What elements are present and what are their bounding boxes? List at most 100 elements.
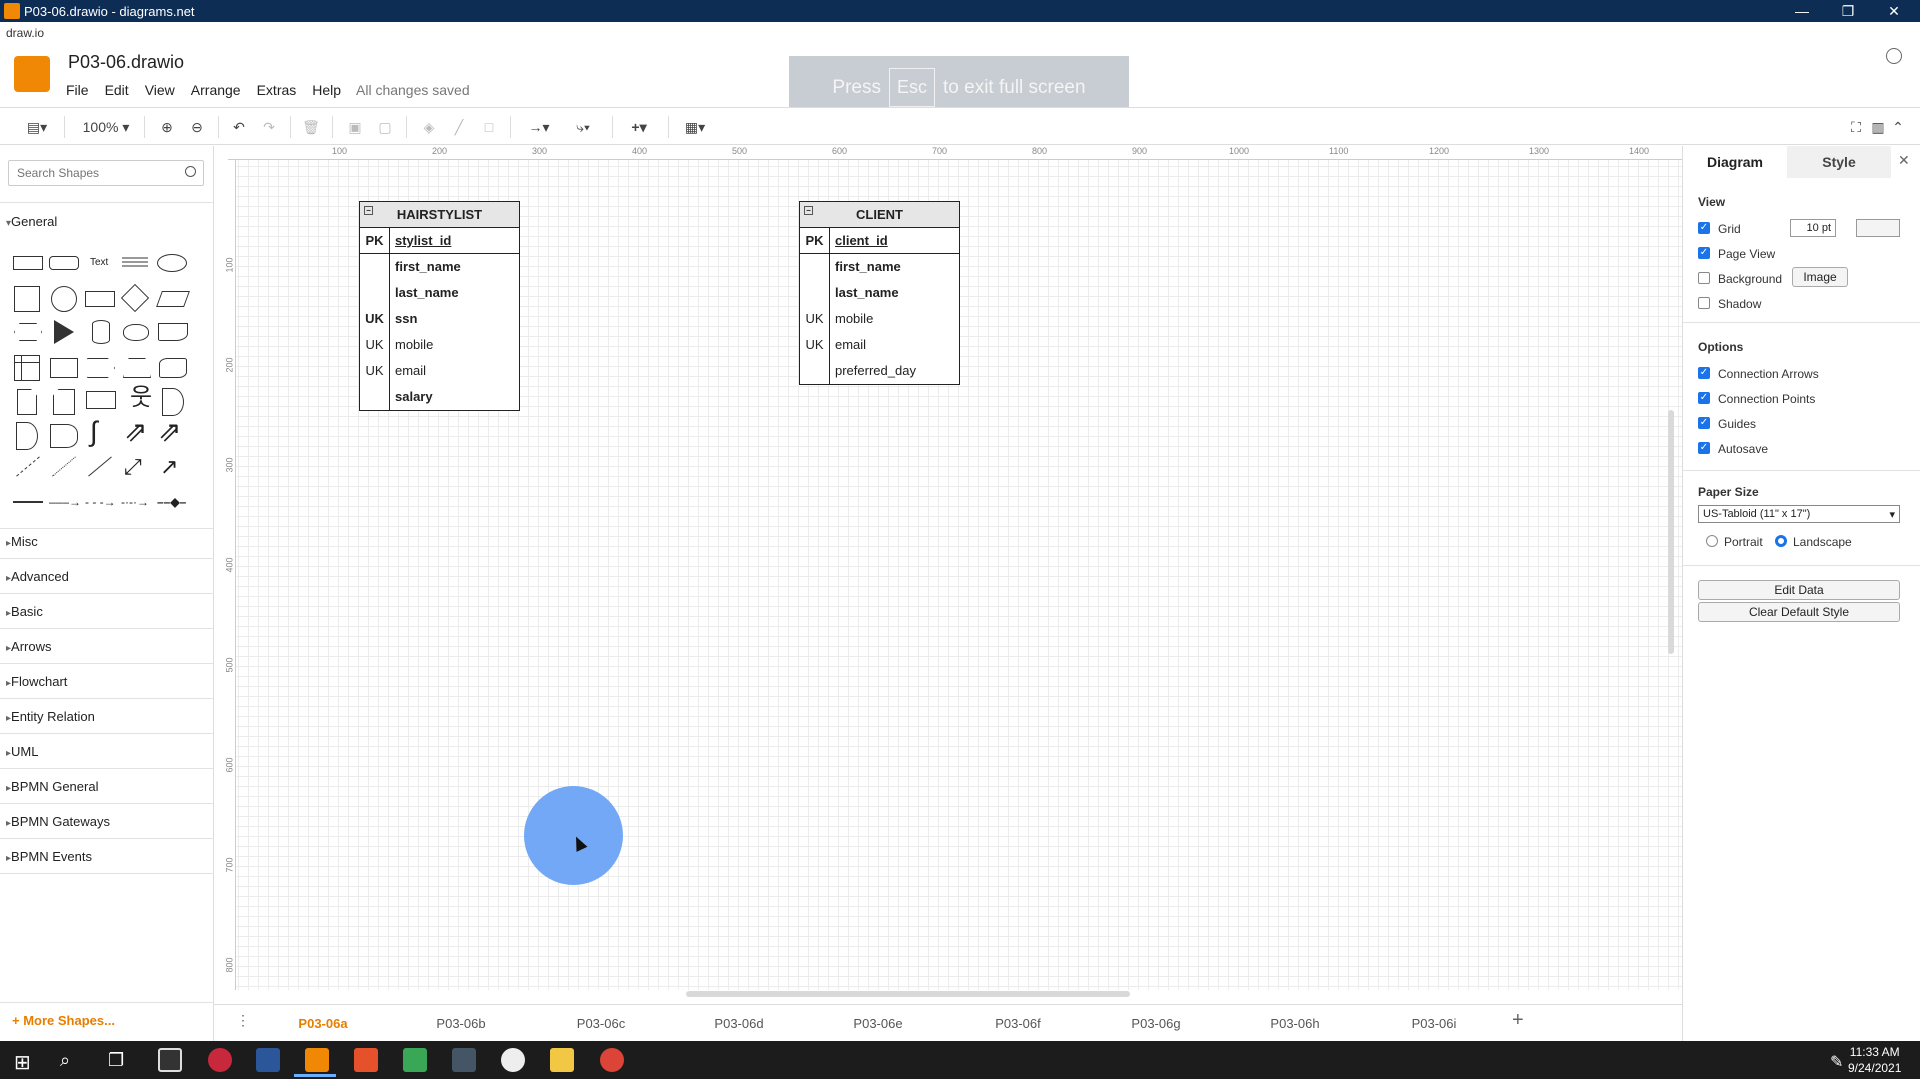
page-tab[interactable]: P03-06c	[532, 1012, 670, 1036]
section-bpmn-general[interactable]: BPMN General	[6, 779, 98, 794]
page-view-checkbox[interactable]: ✓	[1698, 247, 1710, 259]
media-player-icon[interactable]	[501, 1048, 525, 1072]
close-panel-icon[interactable]: ✕	[1898, 152, 1910, 169]
section-arrows[interactable]: Arrows	[6, 639, 51, 654]
fullscreen-icon[interactable]: ⛶	[1846, 117, 1866, 137]
document-shape[interactable]	[158, 323, 188, 341]
process-shape[interactable]	[85, 291, 115, 307]
page-tab[interactable]: P03-06f	[949, 1012, 1087, 1036]
arrow-icon[interactable]: ⇗	[158, 418, 181, 446]
close-button[interactable]: ✕	[1874, 1, 1914, 21]
client-table[interactable]: − CLIENT PK client_id first_name last_name…	[799, 201, 960, 385]
and-shape[interactable]	[16, 422, 38, 450]
insert-icon[interactable]: +▾	[622, 117, 656, 137]
table-row[interactable]: first_name	[360, 254, 519, 280]
tape-shape[interactable]	[159, 358, 187, 378]
table-row[interactable]: UK email	[360, 358, 519, 384]
textbox-shape[interactable]	[122, 257, 148, 269]
settings-app-icon[interactable]	[256, 1048, 280, 1072]
hairstylist-table[interactable]: − HAIRSTYLIST PK stylist_id first_name las…	[359, 201, 520, 411]
shadow-icon[interactable]: □	[478, 117, 500, 137]
section-flowchart[interactable]: Flowchart	[6, 674, 67, 689]
menu-arrange[interactable]: Arrange	[191, 82, 241, 98]
fill-color-icon[interactable]: ◈	[418, 117, 440, 137]
section-advanced[interactable]: Advanced	[6, 569, 69, 584]
section-entity-relation[interactable]: Entity Relation	[6, 709, 95, 724]
page-tab[interactable]: P03-06b	[392, 1012, 530, 1036]
hairstylist-header[interactable]: − HAIRSTYLIST	[360, 202, 519, 228]
tab-style[interactable]: Style	[1787, 146, 1891, 178]
guides-checkbox[interactable]: ✓	[1698, 417, 1710, 429]
file-explorer-icon[interactable]	[550, 1048, 574, 1072]
grid-size-input[interactable]: 10 pt	[1790, 219, 1836, 237]
table-row[interactable]: salary	[360, 384, 519, 410]
collapse-icon[interactable]: ⌃	[1888, 117, 1908, 137]
vertical-scrollbar[interactable]	[1668, 410, 1674, 654]
cylinder-shape[interactable]	[92, 320, 110, 344]
terminal-icon[interactable]	[158, 1048, 182, 1072]
hexagon-shape[interactable]	[14, 323, 42, 341]
cube-shape[interactable]	[50, 358, 78, 378]
windows-start-icon[interactable]: ⊞	[14, 1050, 31, 1075]
zoom-in-icon[interactable]: ⊕	[156, 117, 178, 137]
data-storage-shape[interactable]	[50, 424, 78, 448]
table-row[interactable]: UK ssn	[360, 306, 519, 332]
shadow-checkbox[interactable]	[1698, 297, 1710, 309]
connection-points-checkbox[interactable]: ✓	[1698, 392, 1710, 404]
dashed-connector-icon[interactable]: - - -→	[85, 495, 116, 509]
connector-arrow-icon[interactable]: –––→	[49, 495, 81, 509]
bidirectional-connector-icon[interactable]: ⤢	[124, 454, 142, 480]
zoom-select[interactable]: 100% ▾	[78, 117, 134, 137]
portrait-radio[interactable]	[1706, 535, 1718, 547]
system-clock[interactable]: 11:33 AM 9/24/2021	[1848, 1044, 1901, 1076]
page-tab[interactable]: P03-06e	[809, 1012, 947, 1036]
menu-edit[interactable]: Edit	[105, 82, 129, 98]
section-misc[interactable]: Misc	[6, 534, 38, 549]
format-panel-icon[interactable]: ▥	[1868, 117, 1888, 137]
rounded-rectangle-shape[interactable]	[49, 256, 79, 270]
directional-connector-icon[interactable]: ↗	[160, 454, 178, 480]
to-back-icon[interactable]: ▢	[374, 117, 396, 137]
table-row[interactable]: preferred_day	[800, 358, 959, 384]
file-name[interactable]: P03-06.drawio	[68, 52, 184, 73]
edit-data-button[interactable]: Edit Data	[1698, 580, 1900, 600]
rectangle-shape[interactable]	[13, 256, 43, 270]
association-icon[interactable]: ––◆–	[157, 495, 186, 509]
to-front-icon[interactable]: ▣	[344, 117, 366, 137]
waypoints-icon[interactable]: ⤷▾	[566, 117, 600, 137]
note-shape[interactable]	[17, 389, 37, 415]
pages-menu-icon[interactable]: ⋮	[236, 1012, 250, 1029]
section-bpmn-events[interactable]: BPMN Events	[6, 849, 92, 864]
link-icon[interactable]	[13, 501, 43, 503]
or-shape[interactable]	[162, 388, 184, 416]
search-shapes-input[interactable]	[8, 160, 204, 186]
paper-size-select[interactable]: US-Tabloid (11" x 17") ▾	[1698, 505, 1900, 523]
panel-layout-icon[interactable]: ▤▾	[20, 117, 54, 137]
table-row[interactable]: first_name	[800, 254, 959, 280]
page-tab[interactable]: P03-06h	[1226, 1012, 1364, 1036]
pen-icon[interactable]: ✎	[1830, 1052, 1843, 1072]
language-globe-icon[interactable]	[1886, 48, 1902, 64]
grid-checkbox[interactable]: ✓	[1698, 222, 1710, 234]
card-shape[interactable]	[53, 389, 75, 415]
collapse-icon[interactable]: −	[364, 206, 373, 215]
section-general[interactable]: General	[6, 214, 57, 229]
drawio-taskbar-icon[interactable]	[305, 1048, 329, 1072]
callout-shape[interactable]	[86, 391, 116, 409]
chrome-icon[interactable]	[600, 1048, 624, 1072]
menu-help[interactable]: Help	[312, 82, 341, 98]
recorder-icon[interactable]	[208, 1048, 232, 1072]
add-page-button[interactable]: +	[1512, 1009, 1524, 1032]
table-row[interactable]: PK stylist_id	[360, 228, 519, 254]
task-view-icon[interactable]: ❐	[108, 1050, 124, 1071]
tab-diagram[interactable]: Diagram	[1683, 146, 1787, 178]
actor-icon[interactable]: 웃	[130, 386, 152, 410]
grid-color-button[interactable]	[1856, 219, 1900, 237]
section-uml[interactable]: UML	[6, 744, 38, 759]
delete-icon[interactable]: 🗑	[300, 117, 322, 137]
table-icon[interactable]: ▦▾	[678, 117, 712, 137]
landscape-radio[interactable]	[1775, 535, 1787, 547]
redo-icon[interactable]: ↷	[258, 117, 280, 137]
text-shape[interactable]: Text	[90, 257, 108, 268]
table-row[interactable]: last_name	[800, 280, 959, 306]
